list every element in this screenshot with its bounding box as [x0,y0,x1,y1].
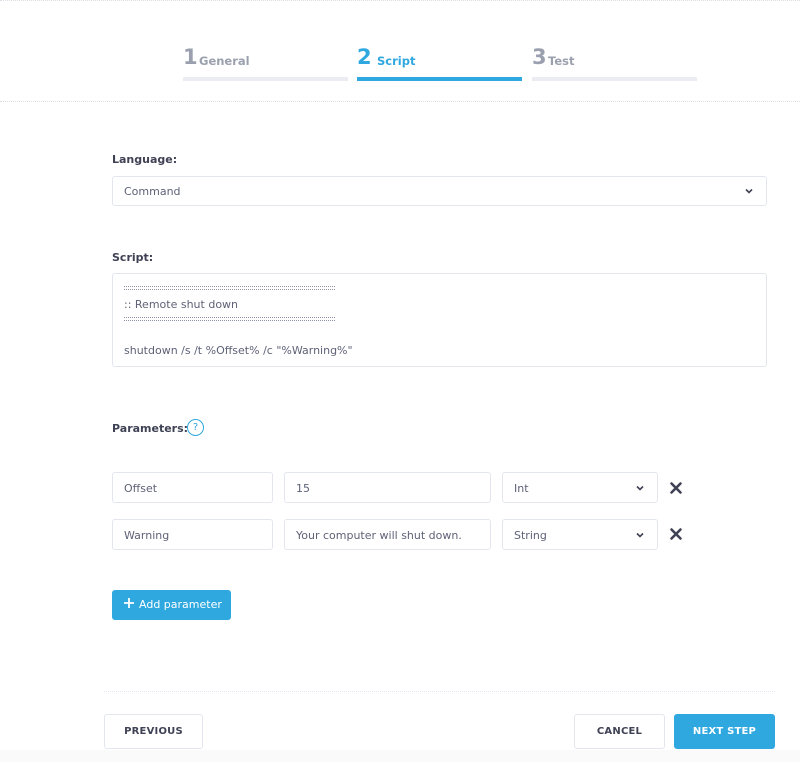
script-line: :: Remote shut down [124,298,239,311]
parameter-type-select[interactable]: String [502,519,658,550]
chevron-down-icon [636,485,644,491]
remove-parameter-icon[interactable] [669,481,683,495]
next-step-button[interactable]: NEXT STEP [674,714,775,749]
step-test[interactable]: 3 Test [532,45,697,83]
step-label: Script [377,54,416,68]
language-value: Command [124,185,181,198]
script-editor[interactable]: :: Remote shut down shutdown /s /t %Offs… [112,273,767,367]
parameters-label: Parameters: [112,422,189,435]
language-label: Language: [112,153,178,166]
add-parameter-button[interactable]: Add parameter [112,590,231,620]
plus-icon [124,598,134,608]
remove-parameter-icon[interactable] [669,527,683,541]
step-number: 1 [183,45,198,69]
parameter-value-input[interactable]: 15 [284,472,491,503]
cancel-button[interactable]: CANCEL [574,714,665,749]
help-icon[interactable]: ? [187,419,204,436]
parameter-name-value: Offset [124,482,158,495]
script-line-separator [124,317,335,321]
script-label: Script: [112,251,154,264]
bottom-edge [0,750,800,762]
script-line-separator [124,286,335,290]
script-line: shutdown /s /t %Offset% /c "%Warning%" [124,344,353,357]
parameter-value-input[interactable]: Your computer will shut down. [284,519,491,550]
parameter-type-value: String [514,529,547,542]
step-progress-bar [357,77,522,81]
step-label: Test [548,54,575,68]
chevron-down-icon [636,532,644,538]
wizard-header: 1 General 2 Script 3 Test [0,0,800,102]
footer-divider [104,691,775,692]
parameter-value-value: 15 [296,482,310,495]
add-parameter-label: Add parameter [139,598,222,611]
language-select[interactable]: Command [112,176,767,206]
step-progress-bar [532,77,697,81]
parameter-type-select[interactable]: Int [502,472,658,503]
step-label: General [199,54,250,68]
step-script[interactable]: 2 Script [357,45,522,83]
step-progress-bar [183,77,348,81]
step-general[interactable]: 1 General [183,45,348,83]
previous-button[interactable]: PREVIOUS [104,714,203,749]
parameter-name-input[interactable]: Offset [112,472,273,503]
chevron-down-icon [745,188,753,194]
parameter-value-value: Your computer will shut down. [296,529,462,542]
step-number: 3 [532,45,547,69]
parameter-type-value: Int [514,482,529,495]
step-number: 2 [357,45,372,69]
parameter-name-input[interactable]: Warning [112,519,273,550]
parameter-name-value: Warning [124,529,170,542]
